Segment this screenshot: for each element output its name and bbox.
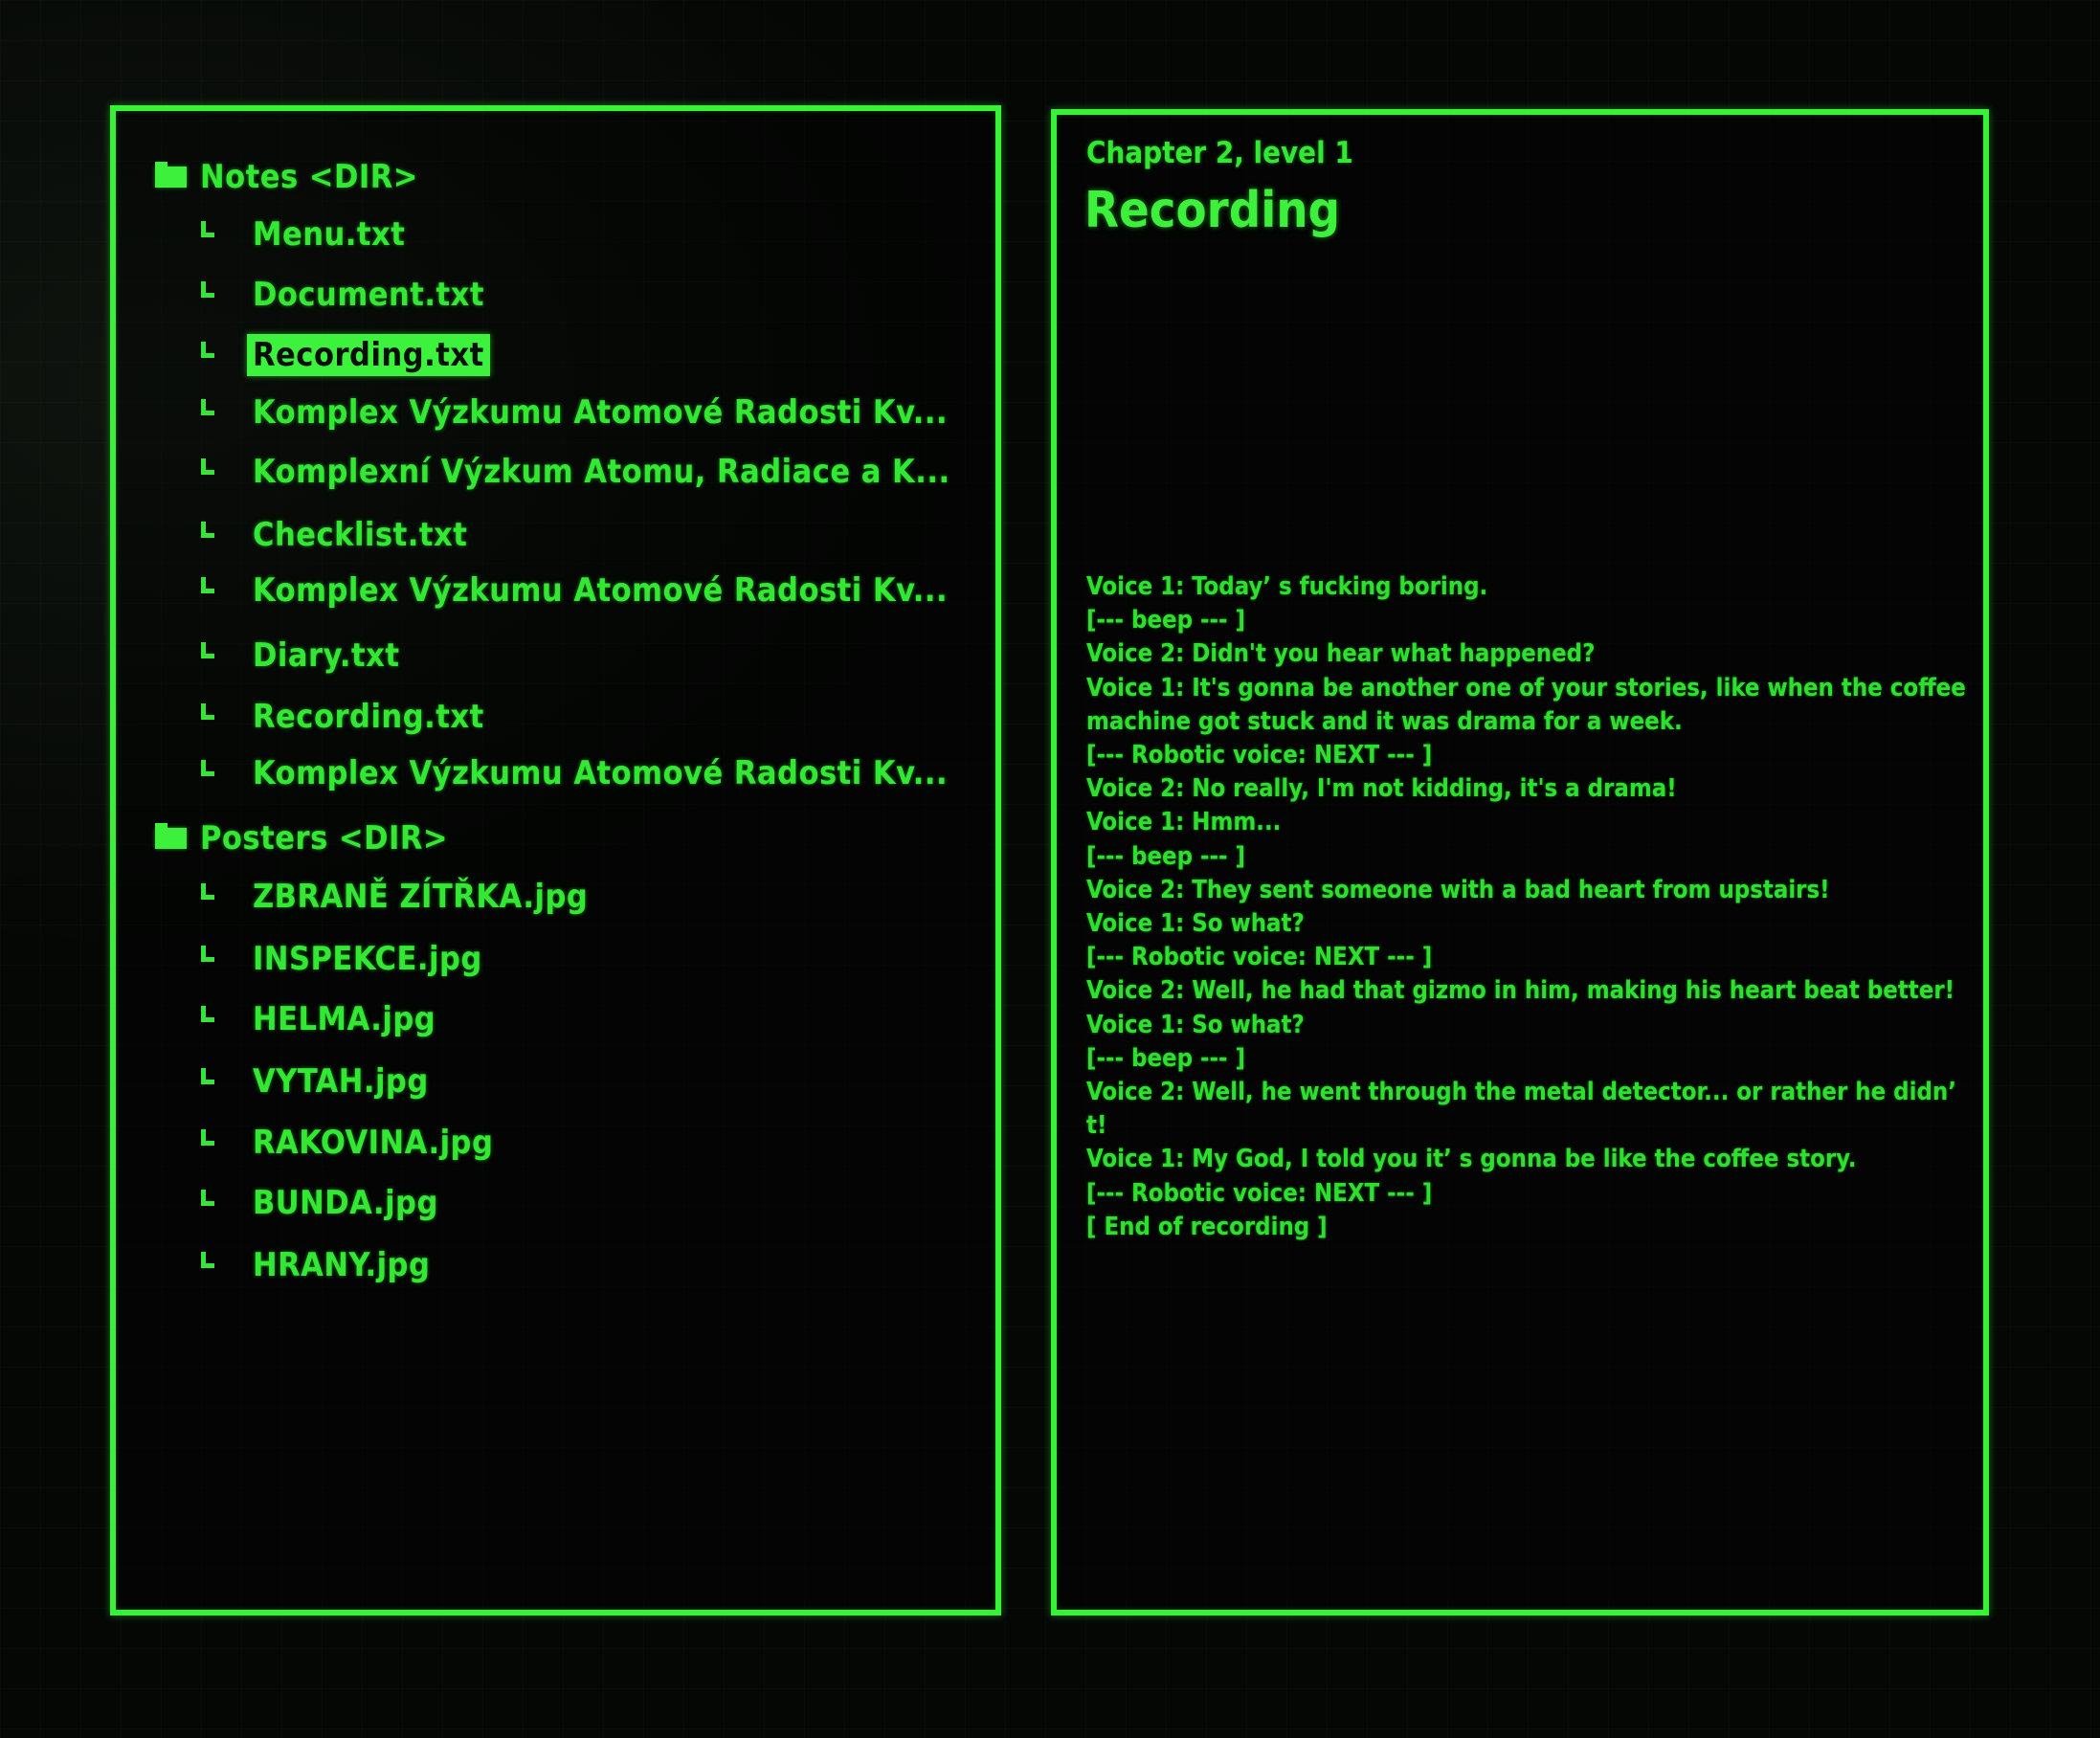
tree-connector-icon (201, 398, 214, 415)
transcript-line: Voice 2: No really, I'm not kidding, it'… (1086, 774, 1677, 804)
tree-connector-icon (201, 576, 214, 593)
file-item[interactable]: Komplex Výzkumu Atomové Radosti Kv... (201, 389, 953, 436)
file-item[interactable]: BUNDA.jpg (201, 1179, 444, 1227)
transcript-line: [--- Robotic voice: NEXT --- ] (1086, 943, 1433, 972)
file-name: Recording.txt (253, 698, 484, 736)
file-item[interactable]: HELMA.jpg (201, 995, 441, 1043)
transcript-line: Voice 1: Today’ s fucking boring. (1086, 572, 1488, 601)
tree-connector-icon (201, 457, 214, 475)
file-item[interactable]: HRANY.jpg (201, 1241, 436, 1289)
transcript-line: Voice 2: Well, he went through the metal… (1086, 1078, 1964, 1141)
file-name: Recording.txt (247, 334, 490, 376)
file-item[interactable]: Menu.txt (201, 211, 411, 258)
folder-icon (155, 823, 187, 849)
file-name: ZBRANĚ ZÍTŘKA.jpg (253, 878, 589, 916)
tree-connector-icon (201, 702, 214, 720)
file-item[interactable]: ZBRANĚ ZÍTŘKA.jpg (201, 873, 593, 921)
file-name: Menu.txt (253, 215, 406, 254)
file-name: INSPEKCE.jpg (253, 940, 482, 978)
tree-connector-icon (201, 220, 214, 237)
tree-connector-icon (201, 1067, 214, 1084)
file-name: Komplexní Výzkum Atomu, Radiace a K... (253, 453, 950, 491)
file-name: HRANY.jpg (253, 1246, 431, 1284)
transcript-line: [--- beep --- ] (1086, 606, 1246, 635)
tree-connector-icon (201, 521, 214, 538)
file-name: Diary.txt (253, 636, 400, 675)
file-item[interactable]: Diary.txt (201, 632, 406, 680)
transcript-line: Voice 2: Well, he had that gizmo in him,… (1086, 976, 1955, 1006)
transcript-line: [ End of recording ] (1086, 1212, 1328, 1241)
transcript-line: Voice 2: Didn't you hear what happened? (1086, 639, 1596, 669)
transcript-line: Voice 2: They sent someone with a bad he… (1086, 875, 1830, 904)
document-title: Recording (1084, 182, 1341, 239)
directory-row[interactable]: Notes <DIR> (155, 153, 418, 201)
tree-connector-icon (201, 1189, 214, 1206)
document-body: Voice 1: Today’ s fucking boring. [--- be… (1086, 570, 1967, 1244)
tree-connector-icon (201, 280, 214, 298)
file-name: RAKOVINA.jpg (253, 1124, 494, 1162)
tree-connector-icon (201, 1251, 214, 1268)
file-item[interactable]: VYTAH.jpg (201, 1058, 435, 1105)
file-item-selected[interactable]: Recording.txt (201, 331, 490, 379)
tree-connector-icon (201, 1005, 214, 1022)
transcript-line: Voice 1: It's gonna be another one of yo… (1086, 673, 1974, 736)
tree-connector-icon (201, 1128, 214, 1146)
file-name: VYTAH.jpg (253, 1062, 429, 1101)
directory-label: Posters <DIR> (200, 819, 449, 858)
file-item[interactable]: Document.txt (201, 271, 490, 319)
file-name: Komplex Výzkumu Atomové Radosti Kv... (253, 393, 949, 432)
directory-label: Notes <DIR> (200, 158, 418, 196)
file-name: BUNDA.jpg (253, 1184, 438, 1222)
file-name: Komplex Výzkumu Atomové Radosti Kv... (253, 754, 949, 792)
tree-connector-icon (201, 945, 214, 962)
tree-connector-icon (201, 759, 214, 776)
file-item[interactable]: RAKOVINA.jpg (201, 1119, 499, 1167)
file-name: Komplex Výzkumu Atomové Radosti Kv... (253, 571, 949, 610)
transcript-line: Voice 1: So what? (1086, 1010, 1305, 1039)
file-item[interactable]: Recording.txt (201, 693, 490, 741)
transcript-line: Voice 1: My God, I told you it’ s gonna … (1086, 1145, 1857, 1174)
file-item[interactable]: Komplexní Výzkum Atomu, Radiace a K... (201, 448, 956, 496)
transcript-line: Voice 1: So what? (1086, 909, 1305, 939)
transcript-line: [--- beep --- ] (1086, 841, 1246, 871)
file-name: HELMA.jpg (253, 1000, 436, 1038)
tree-connector-icon (201, 341, 214, 358)
file-name: Document.txt (253, 276, 484, 314)
transcript-line: [--- Robotic voice: NEXT --- ] (1086, 1178, 1433, 1208)
file-item[interactable]: Komplex Výzkumu Atomové Radosti Kv... (201, 567, 953, 614)
file-item[interactable]: Checklist.txt (201, 511, 473, 559)
transcript-line: Voice 1: Hmm... (1086, 808, 1282, 837)
directory-row[interactable]: Posters <DIR> (155, 814, 448, 862)
file-name: Checklist.txt (253, 516, 468, 554)
tree-connector-icon (201, 641, 214, 658)
file-item[interactable]: INSPEKCE.jpg (201, 935, 488, 983)
chapter-label: Chapter 2, level 1 (1086, 136, 1353, 170)
transcript-line: [--- beep --- ] (1086, 1043, 1246, 1073)
folder-icon (155, 162, 187, 188)
tree-connector-icon (201, 882, 214, 900)
file-item[interactable]: Komplex Výzkumu Atomové Radosti Kv... (201, 749, 953, 797)
transcript-line: [--- Robotic voice: NEXT --- ] (1086, 741, 1433, 770)
